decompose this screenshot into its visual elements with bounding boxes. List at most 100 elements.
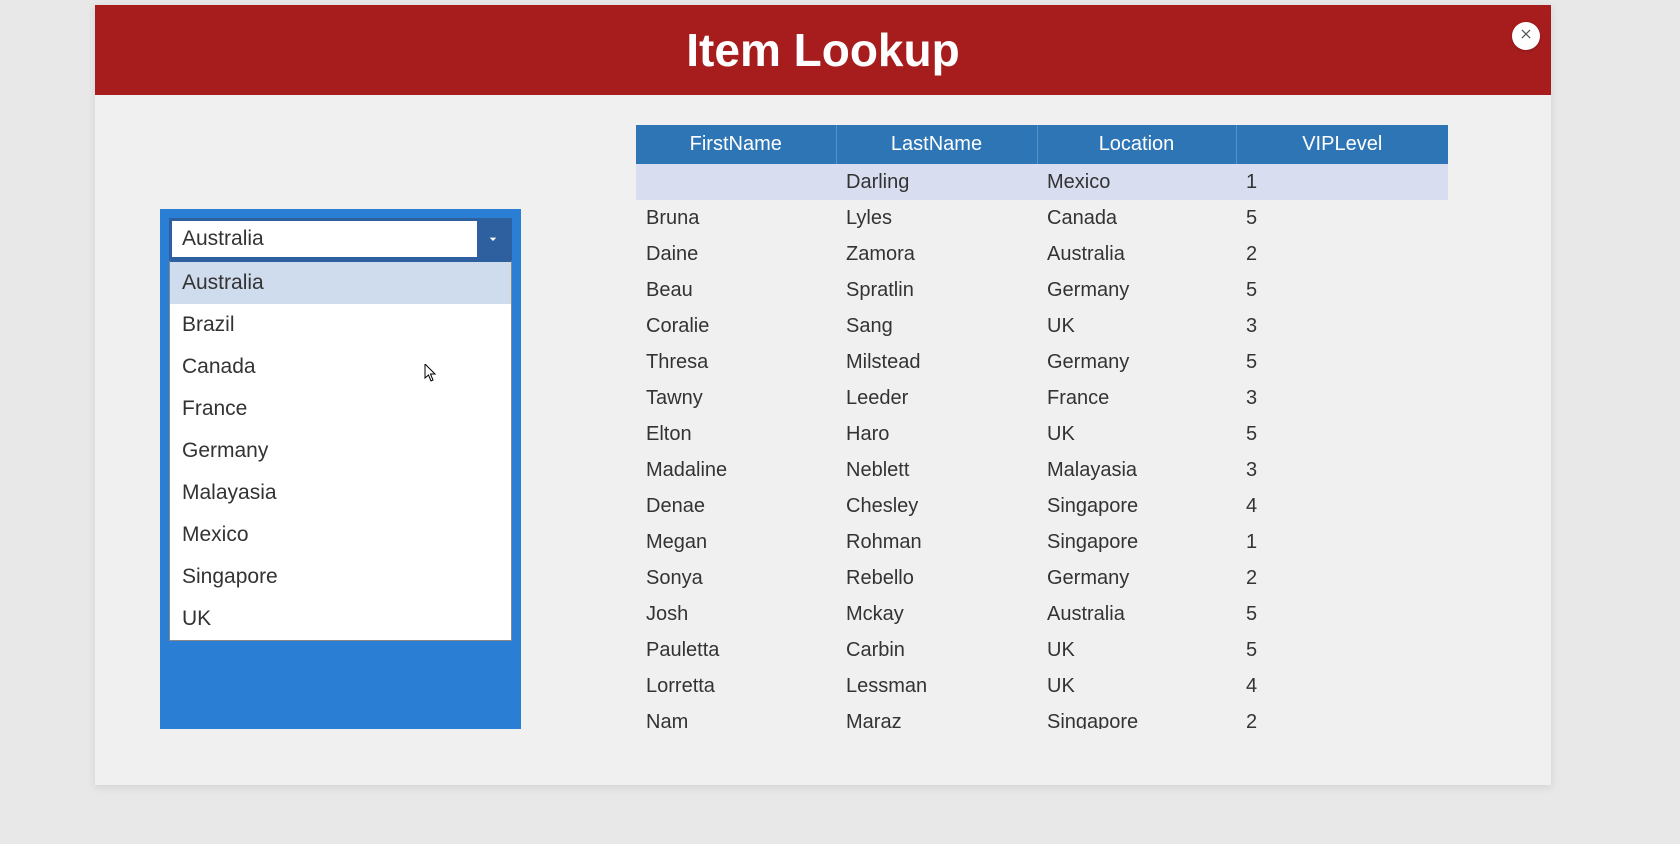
table-cell: Singapore — [1037, 488, 1236, 524]
table-cell: 4 — [1236, 668, 1448, 704]
table-cell: Mexico — [1037, 164, 1236, 200]
table-cell: France — [1037, 380, 1236, 416]
table-cell: 2 — [1236, 236, 1448, 272]
col-header-location[interactable]: Location — [1037, 125, 1236, 164]
table-cell: Darling — [836, 164, 1037, 200]
table-cell: Spratlin — [836, 272, 1037, 308]
table-cell: Germany — [1037, 560, 1236, 596]
table-cell: Lyles — [836, 200, 1037, 236]
table-header-row: FirstName LastName Location VIPLevel — [636, 125, 1448, 164]
table-cell: Zamora — [836, 236, 1037, 272]
table-cell — [636, 164, 836, 200]
table-cell: 1 — [1236, 164, 1448, 200]
data-table: FirstName LastName Location VIPLevel — [636, 125, 1448, 164]
table-cell: Rebello — [836, 560, 1037, 596]
content-area: AustraliaBrazilCanadaFranceGermanyMalaya… — [95, 95, 1551, 729]
table-cell: UK — [1037, 668, 1236, 704]
table-row[interactable]: CoralieSangUK3 — [636, 308, 1448, 344]
table-cell: 5 — [1236, 200, 1448, 236]
table-row[interactable]: DarlingMexico1 — [636, 164, 1448, 200]
table-cell: Lessman — [836, 668, 1037, 704]
dropdown-item[interactable]: Germany — [170, 430, 511, 472]
table-row[interactable]: PaulettaCarbinUK5 — [636, 632, 1448, 668]
dropdown-item[interactable]: Malayasia — [170, 472, 511, 514]
table-cell: Malayasia — [1037, 452, 1236, 488]
table-cell: Bruna — [636, 200, 836, 236]
table-cell: 2 — [1236, 560, 1448, 596]
table-cell: 1 — [1236, 524, 1448, 560]
table-row[interactable]: ThresaMilsteadGermany5 — [636, 344, 1448, 380]
table-cell: Megan — [636, 524, 836, 560]
table-row[interactable]: TawnyLeederFrance3 — [636, 380, 1448, 416]
dropdown-input-row — [169, 218, 512, 260]
dropdown-item[interactable]: UK — [170, 598, 511, 640]
table-cell: Sang — [836, 308, 1037, 344]
table-cell: 5 — [1236, 344, 1448, 380]
table-cell: UK — [1037, 416, 1236, 452]
table-cell: Carbin — [836, 632, 1037, 668]
table-body-scroll[interactable]: DarlingMexico1BrunaLylesCanada5DaineZamo… — [636, 164, 1448, 729]
table-cell: Tawny — [636, 380, 836, 416]
table-cell: Daine — [636, 236, 836, 272]
table-cell: Canada — [1037, 200, 1236, 236]
table-cell: Singapore — [1037, 524, 1236, 560]
table-cell: 2 — [1236, 704, 1448, 729]
modal-container: Item Lookup AustraliaBrazilCanadaFranceG… — [95, 5, 1551, 785]
dropdown-list[interactable]: AustraliaBrazilCanadaFranceGermanyMalaya… — [169, 260, 512, 641]
table-row[interactable]: NamMarazSingapore2 — [636, 704, 1448, 729]
table-cell: Australia — [1037, 236, 1236, 272]
table-cell: 5 — [1236, 596, 1448, 632]
col-header-lastname[interactable]: LastName — [836, 125, 1037, 164]
table-cell: Elton — [636, 416, 836, 452]
table-cell: Thresa — [636, 344, 836, 380]
table-row[interactable]: SonyaRebelloGermany2 — [636, 560, 1448, 596]
table-cell: Maraz — [836, 704, 1037, 729]
table-row[interactable]: DaineZamoraAustralia2 — [636, 236, 1448, 272]
table-row[interactable]: MadalineNeblettMalayasia3 — [636, 452, 1448, 488]
table-cell: Mckay — [836, 596, 1037, 632]
table-row[interactable]: DenaeChesleySingapore4 — [636, 488, 1448, 524]
page-title: Item Lookup — [95, 5, 1551, 95]
table-cell: Germany — [1037, 344, 1236, 380]
table-cell: Singapore — [1037, 704, 1236, 729]
table-row[interactable]: MeganRohmanSingapore1 — [636, 524, 1448, 560]
table-cell: Madaline — [636, 452, 836, 488]
table-row[interactable]: JoshMckayAustralia5 — [636, 596, 1448, 632]
table-cell: Josh — [636, 596, 836, 632]
table-cell: Haro — [836, 416, 1037, 452]
table-row[interactable]: EltonHaroUK5 — [636, 416, 1448, 452]
table-row[interactable]: BrunaLylesCanada5 — [636, 200, 1448, 236]
location-dropdown[interactable]: AustraliaBrazilCanadaFranceGermanyMalaya… — [160, 209, 521, 729]
table-cell: UK — [1037, 308, 1236, 344]
table-cell: Australia — [1037, 596, 1236, 632]
table-cell: 3 — [1236, 308, 1448, 344]
table-cell: 3 — [1236, 380, 1448, 416]
table-cell: Neblett — [836, 452, 1037, 488]
dropdown-item[interactable]: Australia — [170, 262, 511, 304]
col-header-viplevel[interactable]: VIPLevel — [1236, 125, 1448, 164]
table-cell: UK — [1037, 632, 1236, 668]
table-cell: Lorretta — [636, 668, 836, 704]
chevron-down-icon[interactable] — [477, 221, 509, 257]
table-row[interactable]: BeauSpratlinGermany5 — [636, 272, 1448, 308]
close-button[interactable] — [1512, 22, 1540, 50]
dropdown-item[interactable]: Canada — [170, 346, 511, 388]
table-row[interactable]: LorrettaLessmanUK4 — [636, 668, 1448, 704]
table-cell: Pauletta — [636, 632, 836, 668]
dropdown-item[interactable]: Mexico — [170, 514, 511, 556]
table-cell: Sonya — [636, 560, 836, 596]
dropdown-item[interactable]: Singapore — [170, 556, 511, 598]
table-cell: Denae — [636, 488, 836, 524]
dropdown-item[interactable]: France — [170, 388, 511, 430]
table-cell: Chesley — [836, 488, 1037, 524]
dropdown-input[interactable] — [172, 221, 477, 257]
table-cell: 5 — [1236, 272, 1448, 308]
table-cell: 3 — [1236, 452, 1448, 488]
table-cell: Leeder — [836, 380, 1037, 416]
table-cell: Beau — [636, 272, 836, 308]
table-cell: 5 — [1236, 632, 1448, 668]
table-cell: 4 — [1236, 488, 1448, 524]
col-header-firstname[interactable]: FirstName — [636, 125, 836, 164]
table-cell: Germany — [1037, 272, 1236, 308]
dropdown-item[interactable]: Brazil — [170, 304, 511, 346]
